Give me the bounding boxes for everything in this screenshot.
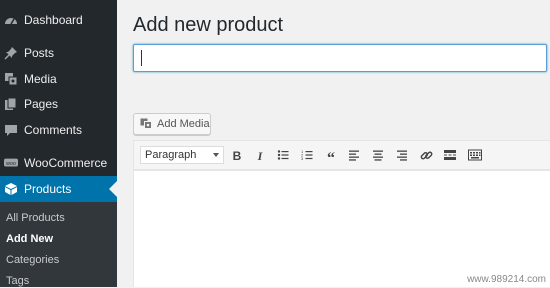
sidebar-item-label: WooCommerce xyxy=(24,156,108,170)
add-media-button[interactable]: Add Media xyxy=(133,113,211,135)
sidebar-item-dashboard[interactable]: Dashboard xyxy=(0,7,117,33)
align-center-icon[interactable] xyxy=(369,146,387,164)
sidebar-item-label: Posts xyxy=(24,46,55,60)
sidebar-item-comments[interactable]: Comments xyxy=(0,117,117,143)
chevron-down-icon xyxy=(213,153,219,157)
add-media-label: Add Media xyxy=(157,118,210,130)
svg-text:woo: woo xyxy=(6,161,16,167)
format-select-value: Paragraph xyxy=(145,149,197,161)
svg-text:B: B xyxy=(233,149,242,161)
woocommerce-icon: woo xyxy=(4,156,18,170)
editor-content-area[interactable] xyxy=(133,170,550,287)
admin-sidebar: Dashboard Posts Media Pages Comments woo… xyxy=(0,0,117,287)
sidebar-item-label: Dashboard xyxy=(24,13,83,27)
format-select[interactable]: Paragraph xyxy=(140,146,224,164)
toolbar-toggle-icon[interactable] xyxy=(466,146,484,164)
sidebar-item-label: Comments xyxy=(24,123,83,137)
submenu-item-tags[interactable]: Tags xyxy=(6,274,29,288)
link-icon[interactable] xyxy=(417,146,435,164)
sidebar-item-label: Products xyxy=(24,182,72,196)
editor-toolbar: Paragraph B I 123 “ xyxy=(133,140,550,170)
products-box-icon xyxy=(4,182,18,196)
svg-text:“: “ xyxy=(327,150,335,161)
bold-icon[interactable]: B xyxy=(228,146,246,164)
pages-icon xyxy=(4,97,18,111)
sidebar-item-woocommerce[interactable]: woo WooCommerce xyxy=(0,150,117,176)
numbered-list-icon[interactable]: 123 xyxy=(298,146,316,164)
sidebar-item-label: Pages xyxy=(24,97,59,111)
align-right-icon[interactable] xyxy=(393,146,411,164)
sidebar-item-pages[interactable]: Pages xyxy=(0,91,117,117)
text-caret xyxy=(141,50,142,66)
svg-text:I: I xyxy=(257,149,264,161)
add-media-icon xyxy=(140,118,153,133)
bullet-list-icon[interactable] xyxy=(274,146,292,164)
sidebar-item-media[interactable]: Media xyxy=(0,66,117,92)
svg-text:3: 3 xyxy=(301,156,304,161)
blockquote-icon[interactable]: “ xyxy=(322,146,340,164)
comment-icon xyxy=(4,123,18,137)
read-more-icon[interactable] xyxy=(441,146,459,164)
page-title: Add new product xyxy=(133,14,284,36)
align-left-icon[interactable] xyxy=(345,146,363,164)
submenu-item-add-new[interactable]: Add New xyxy=(6,232,53,246)
italic-icon[interactable]: I xyxy=(251,146,269,164)
sidebar-item-posts[interactable]: Posts xyxy=(0,40,117,66)
product-title-input[interactable] xyxy=(133,44,547,72)
dashboard-icon xyxy=(4,13,18,27)
submenu-item-categories[interactable]: Categories xyxy=(6,253,59,267)
sidebar-item-products[interactable]: Products xyxy=(0,176,117,202)
submenu-item-all-products[interactable]: All Products xyxy=(6,211,65,225)
sidebar-item-label: Media xyxy=(24,72,57,86)
media-icon xyxy=(4,72,18,86)
products-submenu: All Products Add New Categories Tags xyxy=(0,202,117,287)
pin-icon xyxy=(4,46,18,60)
watermark: www.989214.com xyxy=(467,274,546,285)
